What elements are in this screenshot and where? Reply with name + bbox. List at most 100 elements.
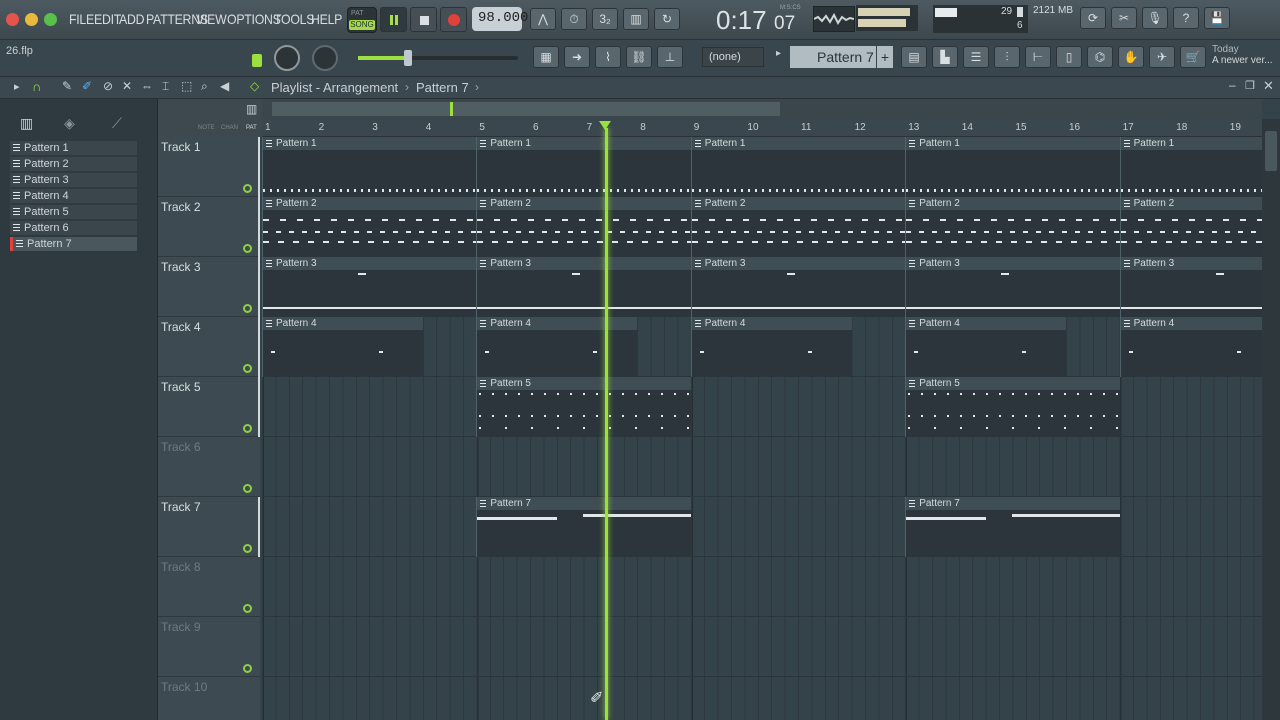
stop-button[interactable] (410, 7, 437, 32)
pattern-list-item[interactable]: Pattern 3 (10, 173, 137, 187)
pattern-clip[interactable]: Pattern 4 (905, 317, 1066, 377)
track-mute-led[interactable] (243, 304, 252, 313)
track-mute-led[interactable] (243, 544, 252, 553)
pattern-clip[interactable]: Pattern 1 (690, 137, 906, 197)
shop-cart-icon[interactable]: 🛒 (1180, 46, 1206, 68)
note-tab[interactable]: NOTE (198, 125, 215, 131)
arrangement-arrow-icon[interactable]: ◇ (250, 79, 259, 93)
browser-tree-icon[interactable]: ⊢ (1025, 46, 1051, 68)
microphone-icon[interactable]: 🎙 (1142, 7, 1168, 29)
pattern-clip[interactable]: Pattern 2 (1119, 197, 1262, 257)
pattern-clip[interactable]: Pattern 1 (1119, 137, 1262, 197)
pattern-list-item[interactable]: Pattern 2 (10, 157, 137, 171)
touch-controller-icon[interactable]: ✋ (1118, 46, 1144, 68)
menu-options[interactable]: OPTIONS (227, 11, 281, 27)
pattern-clip[interactable]: Pattern 4 (1119, 317, 1262, 377)
track-header[interactable]: Track 6 (158, 437, 260, 497)
track-header[interactable]: Track 2 (158, 197, 260, 257)
track-mute-led[interactable] (243, 664, 252, 673)
track-lane[interactable] (262, 557, 1262, 617)
master-slider[interactable] (358, 50, 518, 66)
automation-icon[interactable]: ⟋ (112, 115, 122, 132)
pattern-clip[interactable]: Pattern 4 (476, 317, 638, 377)
loop-record-icon[interactable]: ↻ (654, 8, 680, 30)
pat-tab[interactable]: PAT (246, 125, 257, 131)
main-volume-knob[interactable] (274, 45, 300, 71)
overview-scroll[interactable] (262, 99, 1262, 119)
paint-tool-icon[interactable]: ✐ (82, 79, 92, 93)
browser-plug-icon[interactable]: ⌇ (595, 46, 621, 68)
piano-roll-icon[interactable]: ▦ (533, 46, 559, 68)
draw-tool-icon[interactable]: ✎ (62, 79, 72, 93)
track-header[interactable]: Track 9 (158, 617, 260, 677)
pattern-clip[interactable]: Pattern 1 (905, 137, 1120, 197)
pattern-clip[interactable]: Pattern 3 (905, 257, 1120, 317)
select-tool-icon[interactable]: ⬚ (181, 79, 192, 93)
piano-keys-icon[interactable]: ▥ (20, 115, 33, 132)
pause-button[interactable] (380, 7, 407, 32)
step-edit-icon[interactable]: ▥ (623, 8, 649, 30)
slip-tool-icon[interactable]: ⇔ (141, 79, 153, 93)
track-header[interactable]: Track 10 (158, 677, 260, 720)
pattern-list-item[interactable]: Pattern 1 (10, 141, 137, 155)
pattern-prev-arrow[interactable]: ▸ (776, 48, 788, 66)
plugin-database-icon[interactable]: ⌬ (1087, 46, 1113, 68)
pattern-clip[interactable]: Pattern 3 (1119, 257, 1262, 317)
minimize-window-button[interactable] (25, 13, 38, 26)
track-mute-led[interactable] (243, 184, 252, 193)
track-mute-led[interactable] (243, 424, 252, 433)
timeline-ruler[interactable]: 1 2 3 4 5 6 7 8 9 10 11 12 13 14 15 16 17 18 19 (262, 119, 1262, 137)
piano-roll-window-icon[interactable]: ▙ (932, 46, 958, 68)
stamp-icon[interactable]: ⊥ (657, 46, 683, 68)
track-lane[interactable] (262, 437, 1262, 497)
news-panel[interactable]: Today A newer ver... (1212, 44, 1274, 74)
pattern-clip[interactable]: Pattern 2 (262, 197, 477, 257)
hint-lock-icon[interactable] (252, 54, 262, 67)
save-icon[interactable]: 💾 (1204, 7, 1230, 29)
pattern-list-item[interactable]: Pattern 6 (10, 221, 137, 235)
project-info-icon[interactable]: ▯ (1056, 46, 1082, 68)
playhead[interactable] (605, 128, 609, 720)
vertical-scrollbar[interactable] (1262, 119, 1280, 720)
slice-tool-icon[interactable]: ⌶ (162, 79, 169, 94)
playback-tool-icon[interactable]: ◀ (220, 79, 229, 93)
close-window-button[interactable] (6, 13, 19, 26)
track-mute-led[interactable] (243, 604, 252, 613)
audio-wave-icon[interactable]: ◈ (64, 115, 75, 132)
menu-tools[interactable]: TOOLS (274, 11, 314, 27)
playlist-options-arrow[interactable]: ▸ (14, 80, 20, 93)
pattern-clip[interactable]: Pattern 1 (262, 137, 477, 197)
maximize-panel-icon[interactable]: ❐ (1245, 79, 1255, 92)
menu-help[interactable]: HELP (311, 11, 342, 27)
track-mute-led[interactable] (243, 364, 252, 373)
track-mute-led[interactable] (243, 244, 252, 253)
menu-edit[interactable]: EDIT (94, 11, 121, 27)
playlist-window-icon[interactable]: ▤ (901, 46, 927, 68)
menu-view[interactable]: VIEW (196, 11, 227, 27)
minimize-panel-icon[interactable]: – (1229, 78, 1236, 92)
track-header[interactable]: Track 7 (158, 497, 260, 557)
track-header[interactable]: Track 4 (158, 317, 260, 377)
pattern-list-item[interactable]: Pattern 4 (10, 189, 137, 203)
cut-tool-icon[interactable]: ✂ (1111, 7, 1137, 29)
tempo-display[interactable]: 98.000 (472, 7, 528, 31)
pattern-selector[interactable]: Pattern 7 (790, 46, 876, 68)
track-lane[interactable] (262, 617, 1262, 677)
zoom-window-button[interactable] (44, 13, 57, 26)
pattern-clip[interactable]: Pattern 4 (262, 317, 423, 377)
link-icon[interactable]: ⛓ (626, 46, 652, 68)
pattern-clip[interactable]: Pattern 5 (905, 377, 1120, 437)
main-pitch-knob[interactable] (312, 45, 338, 71)
pattern-clip[interactable]: Pattern 2 (690, 197, 906, 257)
pattern-list-item[interactable]: Pattern 5 (10, 205, 137, 219)
help-icon[interactable]: ? (1173, 7, 1199, 29)
pattern-clip[interactable]: Pattern 5 (476, 377, 691, 437)
countdown-icon[interactable]: 3₂ (592, 8, 618, 30)
chan-tab[interactable]: CHAN (221, 125, 238, 131)
pat-song-toggle[interactable]: PAT SONG (347, 7, 377, 33)
pattern-clip[interactable]: Pattern 1 (476, 137, 691, 197)
pattern-clip[interactable]: Pattern 4 (690, 317, 852, 377)
track-header[interactable]: Track 8 (158, 557, 260, 617)
playlist-arrow-icon[interactable]: ➜ (564, 46, 590, 68)
remote-icon[interactable]: ✈ (1149, 46, 1175, 68)
